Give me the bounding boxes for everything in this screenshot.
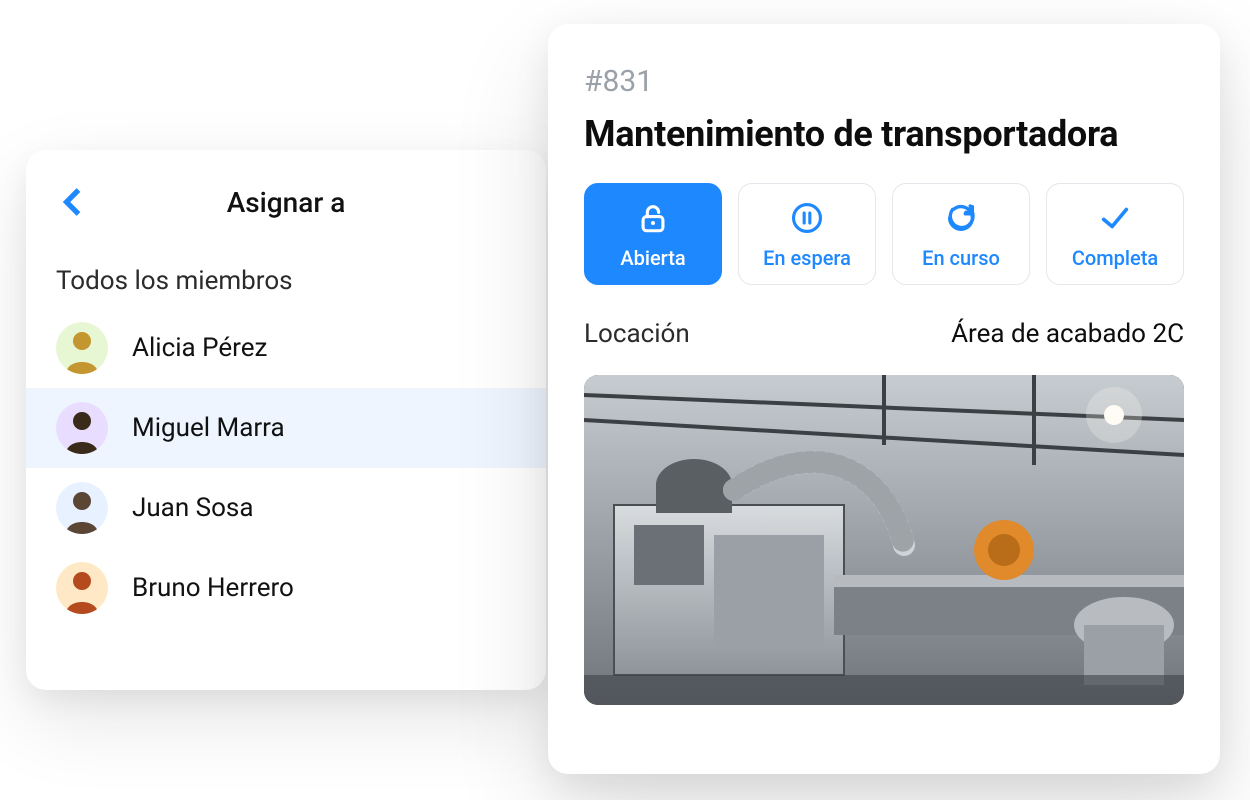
avatar-image <box>56 482 108 534</box>
task-photo[interactable] <box>584 375 1184 705</box>
status-label: Abierta <box>620 246 685 270</box>
member-row[interactable]: Miguel Marra <box>26 388 546 468</box>
avatar-image <box>56 402 108 454</box>
avatar-image <box>56 322 108 374</box>
member-row[interactable]: Alicia Pérez <box>26 308 546 388</box>
avatar <box>56 482 108 534</box>
assign-panel: Asignar a Todos los miembros Alicia Pére… <box>26 150 546 690</box>
status-label: En espera <box>763 246 851 270</box>
refresh-icon <box>944 201 978 235</box>
status-open-button[interactable]: Abierta <box>584 183 722 285</box>
status-complete-button[interactable]: Completa <box>1046 183 1184 285</box>
location-row: Locación Área de acabado 2C <box>584 319 1184 349</box>
task-title: Mantenimiento de transportadora <box>584 113 1184 155</box>
location-value: Área de acabado 2C <box>951 319 1184 349</box>
assign-title: Asignar a <box>56 186 516 219</box>
task-photo-image <box>584 375 1184 705</box>
member-name: Bruno Herrero <box>132 573 294 603</box>
status-label: En curso <box>922 246 1000 270</box>
task-id: #831 <box>584 64 1184 99</box>
pause-icon <box>790 201 824 235</box>
status-label: Completa <box>1072 246 1158 270</box>
task-detail-card: #831 Mantenimiento de transportadora Abi… <box>548 24 1220 774</box>
member-name: Juan Sosa <box>132 493 253 523</box>
avatar-image <box>56 562 108 614</box>
location-label: Locación <box>584 319 690 349</box>
member-name: Miguel Marra <box>132 413 285 443</box>
status-inprogress-button[interactable]: En curso <box>892 183 1030 285</box>
member-row[interactable]: Bruno Herrero <box>26 548 546 628</box>
unlock-icon <box>636 201 670 235</box>
check-icon <box>1098 201 1132 235</box>
members-section-label: Todos los miembros <box>26 248 546 308</box>
member-list: Alicia Pérez Miguel Marra Juan Sosa <box>26 308 546 628</box>
avatar <box>56 322 108 374</box>
status-button-row: Abierta En espera <box>584 183 1184 285</box>
avatar <box>56 402 108 454</box>
avatar <box>56 562 108 614</box>
status-onhold-button[interactable]: En espera <box>738 183 876 285</box>
assign-header: Asignar a <box>26 150 546 248</box>
member-row[interactable]: Juan Sosa <box>26 468 546 548</box>
member-name: Alicia Pérez <box>132 333 267 363</box>
